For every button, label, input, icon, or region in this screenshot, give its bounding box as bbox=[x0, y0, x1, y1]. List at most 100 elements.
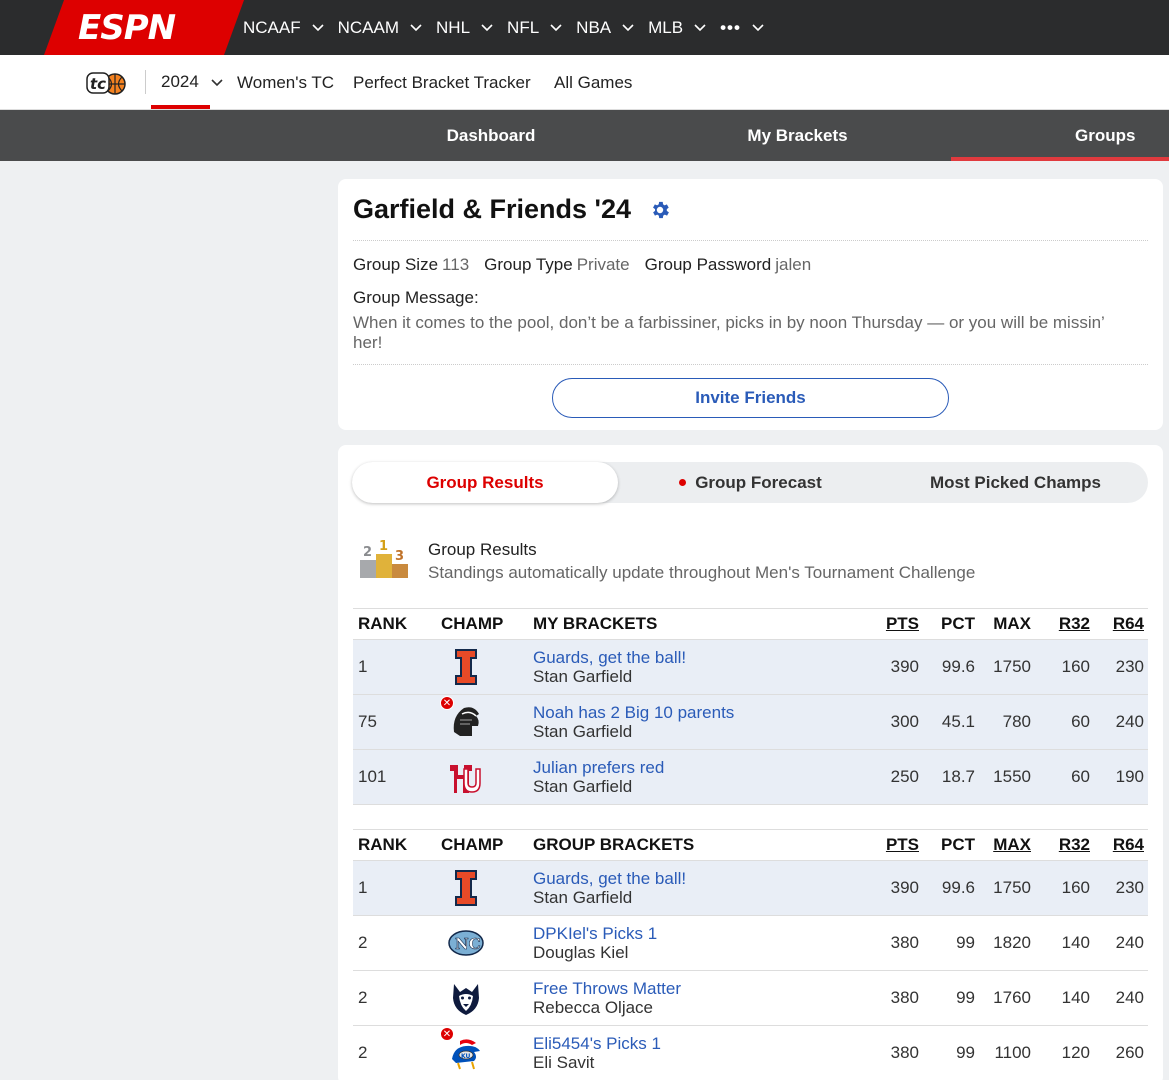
col-r64[interactable]: R64 bbox=[1090, 829, 1148, 861]
bracket-name-link[interactable]: DPKIel's Picks 1 bbox=[533, 924, 878, 943]
table-row[interactable]: 2 Free Throws Matter Rebecca Oljace 380 99 17… bbox=[353, 970, 1148, 1026]
bracket-name-link[interactable]: Guards, get the ball! bbox=[533, 869, 878, 888]
pct-cell: 18.7 bbox=[919, 749, 975, 805]
chevron-down-icon bbox=[311, 21, 325, 35]
nav-label: NFL bbox=[507, 17, 540, 37]
chevron-down-icon bbox=[621, 21, 635, 35]
nav-item-nba[interactable]: NBA bbox=[576, 18, 635, 38]
col-champ: CHAMP bbox=[441, 829, 533, 861]
all-games-link[interactable]: All Games bbox=[554, 73, 632, 93]
r64-cell: 240 bbox=[1090, 694, 1148, 750]
table-row[interactable]: 75 ✕ Noah has 2 Big 10 parents Stan Garfiel… bbox=[353, 694, 1148, 750]
bracket-owner: Stan Garfield bbox=[533, 888, 633, 907]
nav-label: NHL bbox=[436, 17, 471, 37]
svg-text:NC: NC bbox=[455, 935, 481, 953]
col-max[interactable]: MAX bbox=[975, 829, 1031, 861]
r32-cell: 60 bbox=[1031, 749, 1090, 805]
gear-icon[interactable] bbox=[649, 199, 671, 221]
tab-my-brackets[interactable]: My Brackets bbox=[644, 110, 951, 161]
champ-cell bbox=[441, 639, 533, 695]
bracket-name-link[interactable]: Eli5454's Picks 1 bbox=[533, 1034, 878, 1053]
col-r64[interactable]: R64 bbox=[1090, 608, 1148, 640]
tab-groups[interactable]: Groups bbox=[951, 110, 1169, 161]
table-row[interactable]: 1 Guards, get the ball! Stan Garfield 390 99… bbox=[353, 639, 1148, 695]
champ-cell: ✕ bbox=[440, 694, 533, 750]
table-row[interactable]: 1 Guards, get the ball! Stan Garfield 390 99… bbox=[353, 860, 1148, 916]
max-cell: 780 bbox=[975, 694, 1031, 750]
north-carolina-logo: NC bbox=[446, 923, 486, 963]
live-dot-icon bbox=[679, 479, 687, 486]
col-name: MY BRACKETS bbox=[533, 608, 878, 640]
col-champ: CHAMP bbox=[441, 608, 533, 640]
bracket-name-link[interactable]: Noah has 2 Big 10 parents bbox=[533, 703, 878, 722]
rank-cell: 1 bbox=[353, 860, 441, 916]
chevron-down-icon bbox=[211, 72, 223, 92]
chevron-down-icon bbox=[549, 21, 563, 35]
nav-item-ncaaf[interactable]: NCAAF bbox=[243, 18, 325, 38]
nav-item-more[interactable]: ••• bbox=[720, 18, 765, 38]
bracket-owner: Eli Savit bbox=[533, 1053, 595, 1072]
chevron-down-icon bbox=[480, 21, 494, 35]
tab-group-forecast[interactable]: Group Forecast bbox=[618, 462, 883, 503]
tab-most-picked-champs[interactable]: Most Picked Champs bbox=[883, 462, 1148, 503]
r64-cell: 240 bbox=[1090, 915, 1148, 971]
bracket-cell: Julian prefers red Stan Garfield bbox=[533, 749, 878, 805]
group-type-label: Group Type bbox=[484, 255, 573, 274]
kansas-logo: KU ✕ bbox=[440, 1027, 486, 1073]
tab-group-results[interactable]: Group Results bbox=[352, 462, 618, 503]
nav-item-mlb[interactable]: MLB bbox=[648, 18, 707, 38]
col-r32[interactable]: R32 bbox=[1031, 608, 1090, 640]
results-title: Group Results bbox=[428, 540, 537, 559]
r32-cell: 120 bbox=[1031, 1025, 1090, 1080]
group-size-label: Group Size bbox=[353, 255, 439, 274]
col-rank: RANK bbox=[353, 829, 441, 861]
tab-dashboard[interactable]: Dashboard bbox=[338, 110, 644, 161]
rank-cell: 1 bbox=[353, 639, 441, 695]
rank-cell: 2 bbox=[353, 915, 441, 971]
col-label: R32 bbox=[1058, 835, 1090, 854]
womens-tc-link[interactable]: Women's TC bbox=[237, 73, 334, 93]
pts-cell: 390 bbox=[878, 639, 919, 695]
col-pct: PCT bbox=[919, 829, 975, 861]
rank-cell: 75 bbox=[353, 694, 441, 750]
col-rank: RANK bbox=[353, 608, 441, 640]
bracket-name-link[interactable]: Guards, get the ball! bbox=[533, 648, 878, 667]
espn-logo[interactable]: ESPN bbox=[78, 0, 176, 55]
eliminated-x-icon: ✕ bbox=[440, 696, 454, 710]
table-header: RANK CHAMP GROUP BRACKETS PTS PCT MAX R3… bbox=[353, 829, 1148, 861]
col-pct: PCT bbox=[919, 608, 975, 640]
table-row[interactable]: 2 KU ✕ Eli5454's Picks 1 Eli Savit 380 99 1100 1… bbox=[353, 1025, 1148, 1080]
pts-cell: 250 bbox=[878, 749, 919, 805]
r64-cell: 260 bbox=[1090, 1025, 1148, 1080]
year-label: 2024 bbox=[161, 72, 199, 91]
tc-basketball-logo[interactable]: tc bbox=[85, 69, 127, 97]
r64-cell: 230 bbox=[1090, 639, 1148, 695]
nav-item-ncaam[interactable]: NCAAM bbox=[338, 18, 423, 38]
sports-nav: NCAAF NCAAM NHL NFL NBA MLB ••• bbox=[243, 0, 778, 55]
invite-friends-button[interactable]: Invite Friends bbox=[552, 378, 949, 418]
perfect-bracket-tracker-link[interactable]: Perfect Bracket Tracker bbox=[353, 73, 531, 93]
table-row[interactable]: 101 Julian prefers red Stan Garfield 250 18.… bbox=[353, 749, 1148, 805]
max-cell: 1760 bbox=[975, 970, 1031, 1026]
nav-item-nhl[interactable]: NHL bbox=[436, 18, 494, 38]
champ-cell bbox=[441, 860, 533, 916]
table-row[interactable]: 2 NC DPKIel's Picks 1 Douglas Kiel 380 99 1820… bbox=[353, 915, 1148, 971]
bracket-cell: Eli5454's Picks 1 Eli Savit bbox=[533, 1025, 878, 1080]
nav-item-nfl[interactable]: NFL bbox=[507, 18, 563, 38]
col-r32[interactable]: R32 bbox=[1031, 829, 1090, 861]
col-label: PTS bbox=[885, 614, 919, 633]
tc-tab-bar: Dashboard My Brackets Groups bbox=[0, 110, 1169, 161]
pct-cell: 99.6 bbox=[919, 639, 975, 695]
bracket-name-link[interactable]: Julian prefers red bbox=[533, 758, 878, 777]
max-cell: 1820 bbox=[975, 915, 1031, 971]
col-pts[interactable]: PTS bbox=[878, 829, 919, 861]
max-cell: 1750 bbox=[975, 639, 1031, 695]
pct-cell: 99 bbox=[919, 1025, 975, 1080]
col-label: R32 bbox=[1058, 614, 1090, 633]
podium-icon: 2 1 3 bbox=[360, 539, 408, 578]
year-selector[interactable]: 2024 bbox=[161, 72, 223, 92]
bracket-name-link[interactable]: Free Throws Matter bbox=[533, 979, 878, 998]
year-active-indicator bbox=[151, 105, 210, 109]
col-pts[interactable]: PTS bbox=[878, 608, 919, 640]
max-cell: 1100 bbox=[975, 1025, 1031, 1080]
